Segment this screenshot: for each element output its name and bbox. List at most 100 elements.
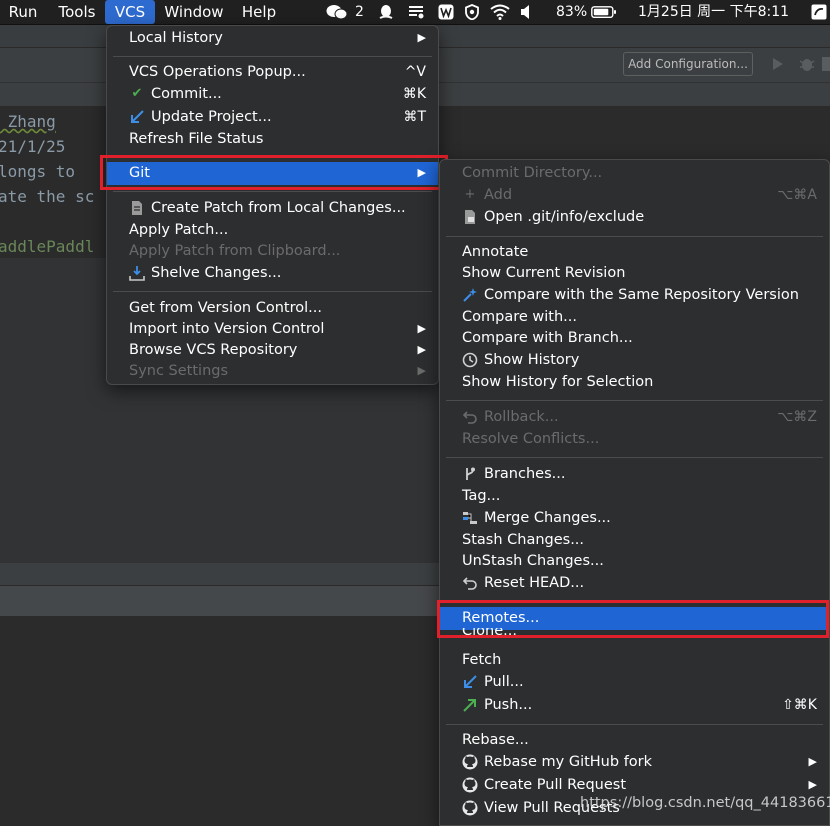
push-arrow-icon bbox=[463, 699, 476, 712]
battery-icon[interactable] bbox=[591, 4, 617, 20]
menu-item-local-history[interactable]: Local History ▶ bbox=[107, 27, 438, 49]
menu-item-vcs-operations-popup[interactable]: VCS Operations Popup... ^V bbox=[107, 61, 438, 83]
menu-item-shelve-changes[interactable]: Shelve Changes... bbox=[107, 262, 438, 284]
menu-item-refresh-file-status[interactable]: Refresh File Status bbox=[107, 128, 438, 150]
shield-icon[interactable] bbox=[464, 4, 480, 20]
menu-item-push[interactable]: Push... ⇧⌘K bbox=[440, 694, 829, 716]
branch-icon bbox=[466, 467, 475, 480]
wps-icon[interactable] bbox=[438, 4, 454, 20]
menu-item-rebase-github-fork[interactable]: Rebase my GitHub fork ▶ bbox=[440, 751, 829, 773]
menu-item-browse-vcs-repo[interactable]: Browse VCS Repository ▶ bbox=[107, 339, 438, 361]
github-icon bbox=[462, 800, 478, 816]
file-lock-icon bbox=[465, 210, 475, 224]
code-line: addlePaddl bbox=[0, 237, 95, 256]
menu-run[interactable]: Run bbox=[2, 0, 44, 24]
menu-item-label: Stash Changes... bbox=[462, 532, 585, 548]
menu-item-show-history[interactable]: Show History bbox=[440, 349, 829, 371]
app-status-icon[interactable] bbox=[811, 4, 827, 20]
menu-separator bbox=[113, 291, 432, 292]
undo-icon bbox=[462, 411, 477, 424]
shortcut-label: ⌘K bbox=[402, 86, 426, 102]
menu-vcs[interactable]: VCS bbox=[105, 0, 155, 24]
menu-item-sync-settings[interactable]: Sync Settings ▶ bbox=[107, 360, 438, 382]
menu-item-show-history-selection[interactable]: Show History for Selection bbox=[440, 371, 829, 393]
menu-item-label: Remotes... bbox=[462, 610, 540, 626]
menu-item-label: Refresh File Status bbox=[129, 131, 264, 147]
menu-item-branches[interactable]: Branches... bbox=[440, 463, 829, 485]
wechat-icon[interactable] bbox=[326, 4, 348, 20]
menu-item-annotate[interactable]: Annotate bbox=[440, 241, 829, 263]
menu-item-label: Local History bbox=[129, 30, 223, 46]
menu-item-clone[interactable]: Clone... bbox=[440, 628, 829, 642]
menu-item-commit[interactable]: ✔ Commit... ⌘K bbox=[107, 83, 438, 105]
more-toolbar-icon[interactable] bbox=[822, 55, 830, 73]
menu-item-label: Sync Settings bbox=[129, 363, 229, 379]
menu-item-label: Rollback... bbox=[484, 409, 559, 425]
menu-item-create-patch[interactable]: Create Patch from Local Changes... bbox=[107, 197, 438, 219]
menu-item-label: Rebase... bbox=[462, 732, 529, 748]
menu-item-label: Pull... bbox=[484, 674, 524, 690]
vcs-menu: Local History ▶ VCS Operations Popup... … bbox=[106, 25, 439, 385]
menu-item-reset-head[interactable]: Reset HEAD... bbox=[440, 572, 829, 594]
menu-item-add[interactable]: + Add ⌥⌘A bbox=[440, 184, 829, 206]
menu-tools[interactable]: Tools bbox=[52, 0, 102, 24]
plus-icon: + bbox=[464, 187, 476, 202]
menu-item-tag[interactable]: Tag... bbox=[440, 485, 829, 507]
submenu-arrow-icon: ▶ bbox=[808, 778, 817, 791]
menu-item-apply-patch-clipboard[interactable]: Apply Patch from Clipboard... bbox=[107, 240, 438, 262]
menu-separator bbox=[446, 236, 823, 237]
menu-separator bbox=[113, 156, 432, 157]
menubar-clock[interactable]: 1月25日 周一 下午8:11 bbox=[638, 0, 789, 24]
menu-item-rollback[interactable]: Rollback... ⌥⌘Z bbox=[440, 406, 829, 428]
menu-item-rebase[interactable]: Rebase... bbox=[440, 729, 829, 751]
menu-item-unstash-changes[interactable]: UnStash Changes... bbox=[440, 550, 829, 572]
wifi-icon[interactable] bbox=[490, 4, 510, 20]
add-configuration-button[interactable]: Add Configuration... bbox=[623, 52, 753, 76]
menu-item-label: Commit Directory... bbox=[462, 165, 603, 181]
menu-item-label: Create Pull Request bbox=[484, 777, 627, 793]
menu-item-label: Compare with... bbox=[462, 309, 577, 325]
menu-help[interactable]: Help bbox=[236, 0, 282, 24]
menu-item-label: Show History for Selection bbox=[462, 374, 654, 390]
menu-item-resolve-conflicts[interactable]: Resolve Conflicts... bbox=[440, 428, 829, 450]
menu-item-label: Import into Version Control bbox=[129, 321, 325, 337]
run-icon[interactable] bbox=[772, 57, 784, 71]
git-submenu: Commit Directory... + Add ⌥⌘A Open .git/… bbox=[439, 159, 830, 826]
github-icon bbox=[462, 777, 478, 793]
menu-item-label: Commit... bbox=[151, 86, 222, 102]
menu-item-get-from-vcs[interactable]: Get from Version Control... bbox=[107, 297, 438, 319]
debug-icon[interactable] bbox=[798, 55, 816, 73]
menu-item-apply-patch[interactable]: Apply Patch... bbox=[107, 219, 438, 241]
menu-item-open-exclude[interactable]: Open .git/info/exclude bbox=[440, 206, 829, 228]
menu-item-create-pull-request[interactable]: Create Pull Request ▶ bbox=[440, 774, 829, 796]
menu-item-label: Push... bbox=[484, 697, 533, 713]
notes-icon[interactable] bbox=[407, 4, 425, 20]
menu-item-merge-changes[interactable]: Merge Changes... bbox=[440, 507, 829, 529]
menu-separator bbox=[446, 724, 823, 725]
menu-item-pull[interactable]: Pull... bbox=[440, 671, 829, 693]
menu-item-remotes[interactable]: Remotes... bbox=[440, 607, 829, 630]
watermark-text: https://blog.csdn.net/qq_44183661 bbox=[580, 795, 830, 811]
submenu-arrow-icon: ▶ bbox=[417, 31, 426, 44]
menu-item-compare-with[interactable]: Compare with... bbox=[440, 306, 829, 328]
menu-window[interactable]: Window bbox=[162, 0, 226, 24]
shortcut-label: ⌘T bbox=[403, 109, 426, 125]
menu-item-fetch[interactable]: Fetch bbox=[440, 649, 829, 671]
menu-item-compare-same-repo[interactable]: Compare with the Same Repository Version bbox=[440, 284, 829, 306]
menu-item-label: Compare with the Same Repository Version bbox=[484, 287, 799, 303]
menu-item-stash-changes[interactable]: Stash Changes... bbox=[440, 529, 829, 551]
menu-item-git[interactable]: Git ▶ bbox=[107, 162, 438, 185]
submenu-arrow-icon: ▶ bbox=[417, 364, 426, 377]
menu-item-label: Resolve Conflicts... bbox=[462, 431, 600, 447]
submenu-arrow-icon: ▶ bbox=[417, 166, 426, 179]
menu-item-show-current-revision[interactable]: Show Current Revision bbox=[440, 262, 829, 284]
menu-item-label: Branches... bbox=[484, 466, 566, 482]
volume-icon[interactable] bbox=[520, 4, 534, 20]
menu-item-label: Rebase my GitHub fork bbox=[484, 754, 653, 770]
qq-icon[interactable] bbox=[378, 4, 394, 20]
menu-item-commit-directory[interactable]: Commit Directory... bbox=[440, 162, 829, 184]
menu-item-update-project[interactable]: Update Project... ⌘T bbox=[107, 106, 438, 128]
menu-item-compare-with-branch[interactable]: Compare with Branch... bbox=[440, 327, 829, 349]
wechat-count: 2 bbox=[355, 4, 364, 20]
menu-item-import-into-vcs[interactable]: Import into Version Control ▶ bbox=[107, 318, 438, 340]
